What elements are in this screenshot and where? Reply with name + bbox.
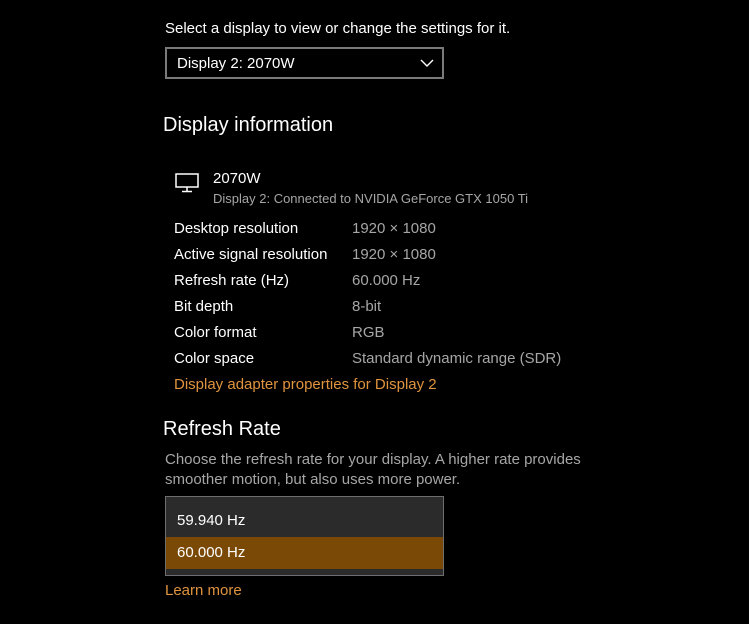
display-name: 2070W: [213, 170, 261, 187]
display-select-label: Select a display to view or change the s…: [165, 20, 511, 37]
info-label-refresh-rate: Refresh rate (Hz): [174, 272, 290, 289]
learn-more-link[interactable]: Learn more: [165, 582, 242, 599]
info-value-active-signal-resolution: 1920 × 1080: [352, 246, 436, 263]
display-select-value: Display 2: 2070W: [177, 55, 295, 72]
monitor-icon: [175, 173, 199, 193]
info-label-active-signal-resolution: Active signal resolution: [174, 246, 328, 263]
display-adapter-properties-link[interactable]: Display adapter properties for Display 2: [174, 376, 437, 393]
info-value-color-space: Standard dynamic range (SDR): [352, 350, 562, 367]
info-label-color-format: Color format: [174, 324, 257, 341]
info-label-color-space: Color space: [174, 350, 255, 367]
chevron-down-icon: [420, 59, 434, 67]
refresh-rate-dropdown-list[interactable]: 59.940 Hz 60.000 Hz: [165, 496, 444, 576]
refresh-rate-description: Choose the refresh rate for your display…: [165, 451, 581, 488]
display-information-heading: Display information: [163, 114, 334, 136]
display-connection-text: Display 2: Connected to NVIDIA GeForce G…: [213, 191, 529, 206]
refresh-rate-option-label: 59.940 Hz: [177, 512, 246, 529]
refresh-rate-option-60000[interactable]: 60.000 Hz: [166, 537, 443, 569]
info-value-color-format: RGB: [352, 324, 385, 341]
info-value-refresh-rate: 60.000 Hz: [352, 272, 421, 289]
refresh-rate-option-label: 60.000 Hz: [177, 544, 246, 561]
refresh-rate-option-59940[interactable]: 59.940 Hz: [166, 505, 443, 537]
refresh-rate-heading: Refresh Rate: [163, 418, 281, 440]
info-label-bit-depth: Bit depth: [174, 298, 234, 315]
display-select-dropdown[interactable]: Display 2: 2070W: [165, 47, 444, 79]
info-value-bit-depth: 8-bit: [352, 298, 382, 315]
info-label-desktop-resolution: Desktop resolution: [174, 220, 299, 237]
info-value-desktop-resolution: 1920 × 1080: [352, 220, 436, 237]
